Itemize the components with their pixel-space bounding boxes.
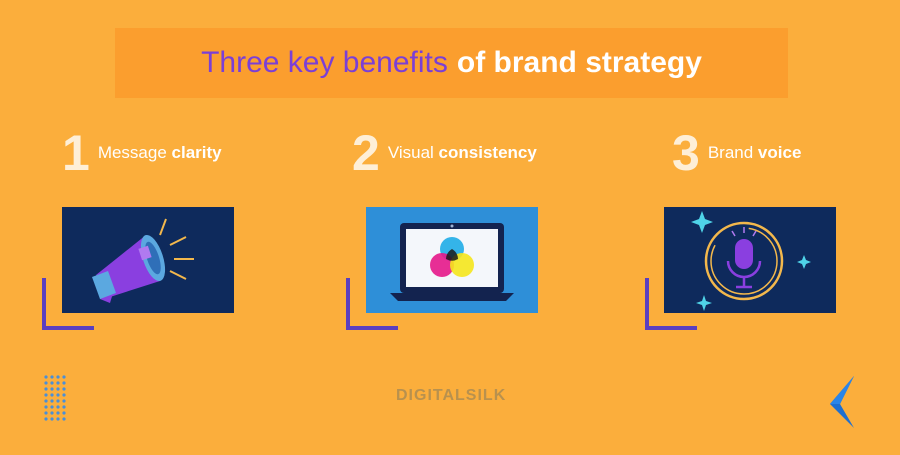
brand-logo: DIGITALSILK <box>396 387 507 404</box>
laptop-card <box>366 207 538 313</box>
title-banner: Three key benefits of brand strategy <box>115 28 788 98</box>
benefit-heading-3: 3 Brand voice <box>672 128 801 178</box>
benefit-number: 1 <box>62 125 90 181</box>
microphone-card <box>664 207 836 313</box>
benefit-number: 3 <box>672 125 700 181</box>
dot-grid-decoration <box>44 375 66 421</box>
benefit-heading-2: 2 Visual consistency <box>352 128 537 178</box>
title-part-1: Three key benefits <box>201 46 448 79</box>
benefit-label-regular: Visual <box>387 143 434 162</box>
title-part-2: of brand strategy <box>456 46 702 79</box>
benefit-label-bold: consistency <box>438 143 537 162</box>
benefit-label: Message clarity <box>98 143 222 163</box>
benefit-label-regular: Message <box>97 143 167 162</box>
benefit-label: Visual consistency <box>388 143 537 163</box>
megaphone-icon <box>62 207 234 313</box>
benefit-label-bold: clarity <box>171 143 222 162</box>
benefit-label-bold: voice <box>757 143 802 162</box>
arrow-left-icon <box>830 376 854 428</box>
benefit-label: Brand voice <box>708 143 802 163</box>
megaphone-card <box>62 207 234 313</box>
benefit-label-regular: Brand <box>707 143 754 162</box>
microphone-icon <box>664 207 836 313</box>
benefit-number: 2 <box>352 125 380 181</box>
laptop-color-icon <box>366 207 538 313</box>
benefit-heading-1: 1 Message clarity <box>62 128 222 178</box>
